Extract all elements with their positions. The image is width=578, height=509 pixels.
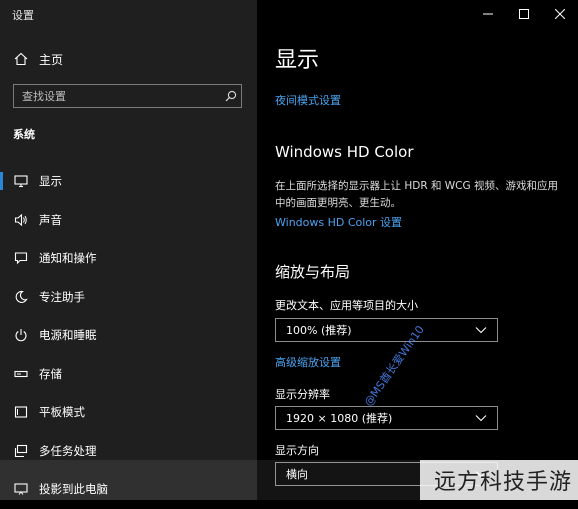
search-box[interactable] [13, 84, 242, 108]
brand-watermark: 远方科技手游 [420, 460, 578, 500]
brand-text: 远方科技手游 [433, 470, 572, 495]
sidebar-item-storage[interactable]: 存储 [0, 355, 257, 394]
scale-layout-heading: 缩放与布局 [275, 263, 351, 281]
sidebar-item-label: 显示 [39, 174, 62, 189]
close-button[interactable] [542, 0, 578, 28]
hdr-settings-link[interactable]: Windows HD Color 设置 [275, 214, 402, 230]
maximize-button[interactable] [506, 0, 542, 28]
sidebar-item-label: 平板模式 [39, 405, 85, 420]
chevron-down-icon [475, 326, 487, 334]
resolution-label: 显示分辨率 [275, 388, 330, 401]
page-title: 显示 [275, 48, 320, 73]
home-label: 主页 [39, 52, 64, 67]
orientation-label: 显示方向 [275, 444, 319, 457]
bottom-overlay [0, 460, 420, 500]
sidebar-item-sound[interactable]: 声音 [0, 201, 257, 240]
sidebar-item-power[interactable]: 电源和睡眠 [0, 316, 257, 355]
resolution-value: 1920 × 1080 (推荐) [286, 412, 393, 425]
window-title: 设置 [12, 9, 34, 22]
sidebar-item-tablet[interactable]: 平板模式 [0, 393, 257, 432]
search-icon[interactable] [221, 90, 241, 102]
tablet-icon [13, 404, 29, 420]
hdr-heading: Windows HD Color [275, 143, 414, 161]
main-content: 显示 夜间模式设置 Windows HD Color 在上面所选择的显示器上让 … [257, 0, 578, 500]
multitask-icon [13, 443, 29, 459]
section-header: 系统 [13, 128, 35, 141]
chevron-down-icon [475, 414, 487, 422]
sidebar-item-home[interactable]: 主页 [0, 46, 257, 72]
storage-icon [13, 366, 29, 382]
minimize-button[interactable] [470, 0, 506, 28]
moon-icon [13, 289, 29, 305]
sidebar-item-label: 专注助手 [39, 289, 85, 304]
window-controls [470, 0, 578, 28]
search-input[interactable] [14, 88, 221, 104]
scale-label: 更改文本、应用等项目的大小 [275, 299, 418, 312]
sidebar-item-display[interactable]: 显示 [0, 162, 257, 201]
monitor-icon [13, 173, 29, 189]
advanced-scaling-link[interactable]: 高级缩放设置 [275, 354, 341, 370]
night-light-link[interactable]: 夜间模式设置 [275, 92, 341, 108]
sidebar-item-focus-assist[interactable]: 专注助手 [0, 278, 257, 317]
scale-dropdown[interactable]: 100% (推荐) [275, 318, 498, 342]
sidebar-nav: 显示 声音 通知和操作 专注助手 电源和睡眠 存储 平板模式 多任务处理 投影到… [0, 162, 257, 509]
resolution-dropdown[interactable]: 1920 × 1080 (推荐) [275, 406, 498, 430]
power-icon [13, 327, 29, 343]
sidebar-item-label: 多任务处理 [39, 443, 97, 458]
sidebar-item-notifications[interactable]: 通知和操作 [0, 239, 257, 278]
sidebar-item-label: 声音 [39, 212, 62, 227]
sidebar: 设置 主页 系统 显示 声音 通知和操作 [0, 0, 257, 500]
hdr-description: 在上面所选择的显示器上让 HDR 和 WCG 视频、游戏和应用中的画面更明亮、更… [275, 180, 558, 209]
speaker-icon [13, 212, 29, 228]
scale-value: 100% (推荐) [286, 324, 352, 337]
sidebar-item-label: 通知和操作 [39, 251, 97, 266]
sidebar-item-label: 电源和睡眠 [39, 328, 97, 343]
home-icon [13, 51, 29, 67]
notification-icon [13, 250, 29, 266]
sidebar-item-label: 存储 [39, 366, 62, 381]
